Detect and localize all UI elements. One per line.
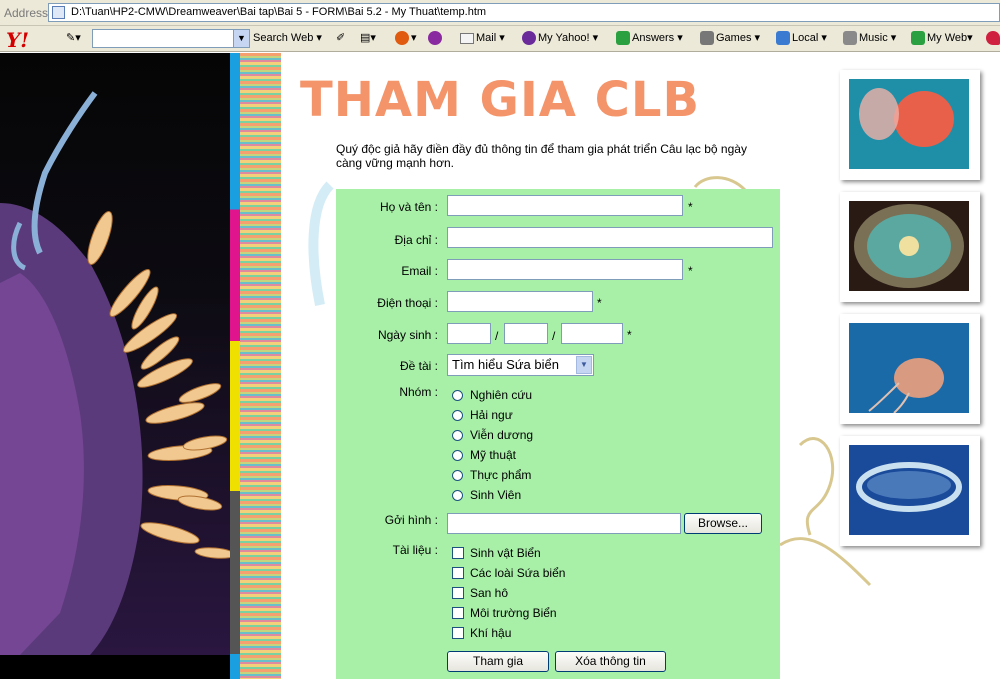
- mail-icon: [460, 32, 474, 44]
- group-radio[interactable]: [452, 430, 463, 441]
- left-bottom-strip: [0, 655, 230, 679]
- highlight-icon[interactable]: ✐: [336, 31, 345, 45]
- address-bar: Address D:\Tuan\HP2-CMW\Dreamweaver\Bai …: [0, 0, 1000, 26]
- doc-checkbox[interactable]: [452, 547, 464, 559]
- page-title: THAM GIA CLB: [300, 72, 701, 128]
- my-yahoo-button[interactable]: My Yahoo! ▾: [522, 31, 598, 46]
- jellyfish-thumbnail-4[interactable]: [840, 436, 980, 546]
- doc-checkbox[interactable]: [452, 607, 464, 619]
- pencil-icon[interactable]: ✎▾: [66, 31, 81, 45]
- doc-option: Môi trường Biển: [470, 606, 557, 620]
- birth-year-input[interactable]: [561, 323, 623, 344]
- yahoo-logo[interactable]: Y!: [6, 28, 29, 52]
- documents-label: Tài liệu :: [392, 543, 438, 557]
- address-label: Address: [4, 6, 49, 20]
- doc-checkbox[interactable]: [452, 587, 464, 599]
- intro-text: Quý độc giả hãy điền đầy đủ thông tin để…: [336, 142, 747, 170]
- name-label: Họ và tên :: [379, 200, 438, 214]
- browse-button[interactable]: Browse...: [684, 513, 762, 534]
- stripe-pattern: [240, 53, 281, 679]
- address-label: Địa chỉ :: [394, 233, 438, 247]
- toolbar-search-input[interactable]: ▼: [92, 29, 250, 48]
- email-label: Email :: [401, 264, 438, 278]
- doc-checkbox[interactable]: [452, 627, 464, 639]
- jellyfish-thumbnail-2[interactable]: [840, 192, 980, 302]
- required-mark: *: [627, 328, 632, 342]
- submit-button[interactable]: Tham gia: [447, 651, 549, 672]
- page-icon: [52, 6, 65, 19]
- local-icon: [776, 31, 790, 46]
- birth-label: Ngày sinh :: [377, 328, 438, 342]
- search-web-button[interactable]: Search Web ▾: [253, 31, 322, 45]
- chevron-down-icon[interactable]: ▼: [576, 356, 592, 374]
- target-icon[interactable]: ▾: [395, 31, 417, 46]
- music-icon: [843, 31, 857, 46]
- group-option: Viễn dương: [470, 428, 534, 442]
- topic-label: Đề tài :: [399, 359, 438, 373]
- date-separator: /: [495, 329, 499, 343]
- color-bar: [230, 53, 240, 679]
- jellyfish-image: [849, 79, 969, 169]
- phone-label: Điện thoại :: [377, 296, 438, 310]
- mail-button[interactable]: Mail ▾: [460, 31, 505, 45]
- group-radio[interactable]: [452, 490, 463, 501]
- group-option: Mỹ thuật: [470, 448, 517, 462]
- local-button[interactable]: Local ▾: [776, 31, 827, 46]
- games-icon: [700, 31, 714, 46]
- group-radio[interactable]: [452, 390, 463, 401]
- jellyfish-image: [849, 323, 969, 413]
- group-label: Nhóm :: [399, 385, 438, 399]
- address-url: D:\Tuan\HP2-CMW\Dreamweaver\Bai tap\Bai …: [71, 6, 487, 18]
- group-option: Sinh Viên: [470, 488, 522, 502]
- group-option: Nghiên cứu: [470, 388, 533, 402]
- sea-slug-image: [0, 53, 230, 655]
- doc-option: Các loài Sứa biển: [470, 566, 566, 580]
- chevron-down-icon[interactable]: ▼: [233, 30, 249, 47]
- topic-selected-value: Tìm hiểu Sứa biển: [452, 357, 559, 372]
- phone-input[interactable]: [447, 291, 593, 312]
- headphones-icon[interactable]: [428, 31, 444, 46]
- address-input[interactable]: D:\Tuan\HP2-CMW\Dreamweaver\Bai tap\Bai …: [48, 3, 1000, 22]
- name-input[interactable]: [447, 195, 683, 216]
- my-web-button[interactable]: My Web▾: [911, 31, 973, 46]
- doc-option: Khí hậu: [470, 626, 512, 640]
- heart-icon[interactable]: [986, 31, 1000, 46]
- topic-select[interactable]: Tìm hiểu Sứa biển ▼: [447, 354, 594, 376]
- address-input[interactable]: [447, 227, 773, 248]
- jellyfish-thumbnail-1[interactable]: [840, 70, 980, 180]
- group-radio[interactable]: [452, 470, 463, 481]
- send-image-label: Gởi hình :: [384, 513, 438, 527]
- group-option: Thực phẩm: [470, 468, 532, 482]
- my-yahoo-icon: [522, 31, 536, 46]
- required-mark: *: [688, 200, 693, 214]
- form-icon[interactable]: ▤▾: [360, 31, 376, 45]
- birth-day-input[interactable]: [447, 323, 491, 344]
- jellyfish-image: [849, 445, 969, 535]
- group-radio[interactable]: [452, 450, 463, 461]
- jellyfish-image: [849, 201, 969, 291]
- required-mark: *: [688, 264, 693, 278]
- doc-option: Sinh vật Biển: [470, 546, 541, 560]
- registration-form: Họ và tên : * Địa chỉ : Email : * Điện t…: [336, 189, 780, 679]
- music-button[interactable]: Music ▾: [843, 31, 896, 46]
- required-mark: *: [597, 296, 602, 310]
- my-web-icon: [911, 31, 925, 46]
- group-radio[interactable]: [452, 410, 463, 421]
- answers-icon: [616, 31, 630, 46]
- games-button[interactable]: Games ▾: [700, 31, 760, 46]
- birth-month-input[interactable]: [504, 323, 548, 344]
- doc-checkbox[interactable]: [452, 567, 464, 579]
- file-input[interactable]: [447, 513, 681, 534]
- date-separator: /: [552, 329, 556, 343]
- yahoo-toolbar: Y! ✎▾ ▼ Search Web ▾ ✐ ▤▾ ▾ Mail ▾ My Ya…: [0, 26, 1000, 52]
- answers-button[interactable]: Answers ▾: [616, 31, 683, 46]
- jellyfish-thumbnail-3[interactable]: [840, 314, 980, 424]
- group-option: Hải ngư: [470, 408, 513, 422]
- email-input[interactable]: [447, 259, 683, 280]
- reset-button[interactable]: Xóa thông tin: [555, 651, 666, 672]
- doc-option: San hô: [470, 586, 509, 600]
